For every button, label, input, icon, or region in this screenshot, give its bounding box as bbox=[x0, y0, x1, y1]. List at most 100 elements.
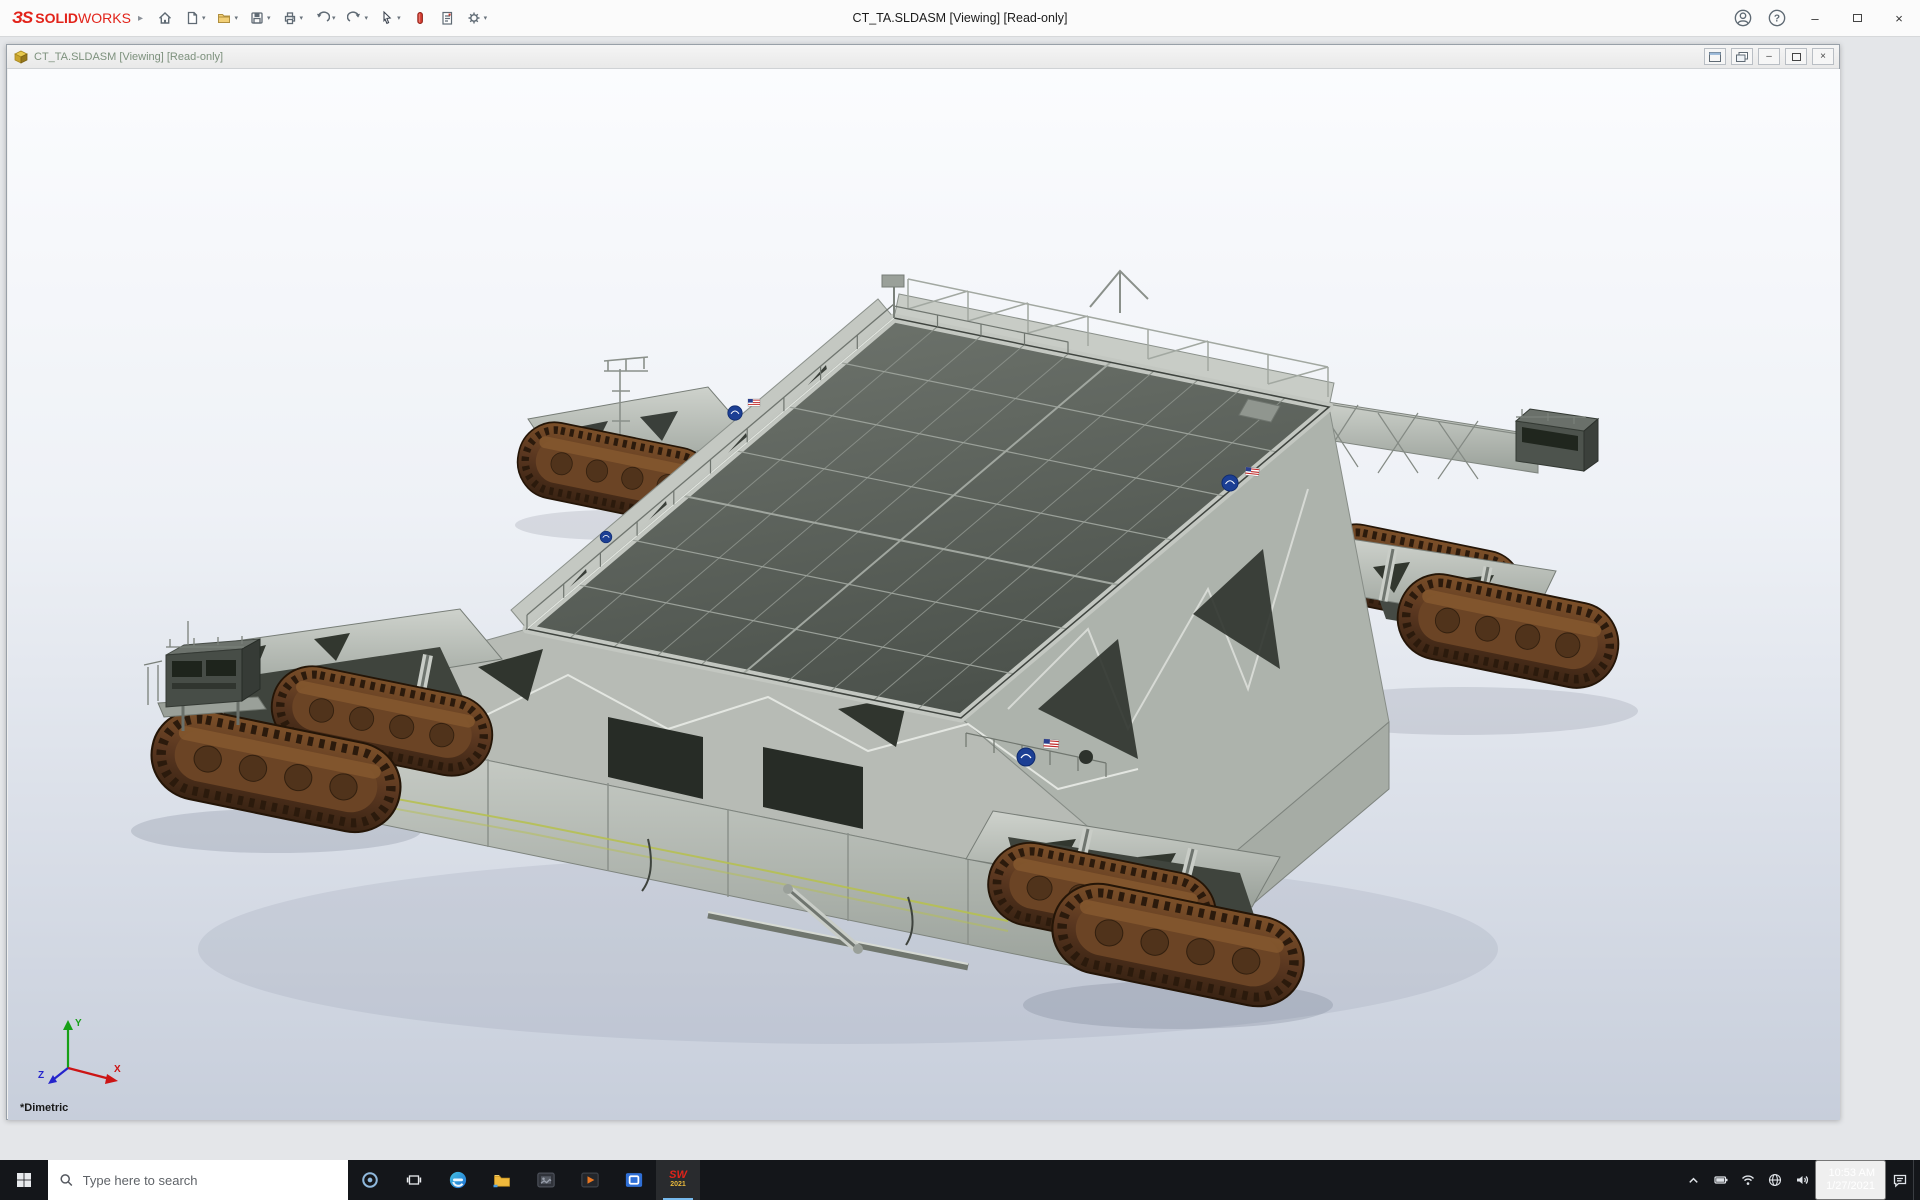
task-view-button[interactable] bbox=[392, 1160, 436, 1200]
chevron-up-icon bbox=[1686, 1173, 1701, 1188]
minimize-button[interactable]: – bbox=[1794, 0, 1836, 36]
doc-close-button[interactable]: × bbox=[1812, 48, 1834, 65]
solidworks-logo: ЗSSOLIDWORKS bbox=[12, 8, 131, 28]
open-folder-icon bbox=[216, 10, 232, 26]
battery-button[interactable] bbox=[1707, 1160, 1734, 1200]
view-orientation-label: *Dimetric bbox=[20, 1102, 68, 1114]
doc-window-option-button-1[interactable] bbox=[1704, 48, 1726, 65]
open-button[interactable]: ▾ bbox=[212, 7, 242, 29]
file-properties-button[interactable] bbox=[435, 7, 459, 29]
blue-app-icon bbox=[624, 1170, 644, 1190]
home-button[interactable] bbox=[153, 7, 177, 29]
clock-time: 10:53 AM bbox=[1829, 1167, 1875, 1181]
dropdown-caret-icon: ▾ bbox=[365, 14, 369, 22]
redo-icon bbox=[347, 10, 363, 26]
home-icon bbox=[157, 10, 173, 26]
tray-expand-button[interactable] bbox=[1680, 1160, 1707, 1200]
crawler-transporter-group bbox=[131, 271, 1638, 1044]
pinned-app-blue-button[interactable] bbox=[612, 1160, 656, 1200]
photo-viewer-app-icon bbox=[536, 1170, 556, 1190]
save-button[interactable]: ▾ bbox=[245, 7, 275, 29]
battery-icon bbox=[1713, 1172, 1729, 1188]
dropdown-caret-icon: ▾ bbox=[234, 14, 238, 22]
assembly-document-icon bbox=[14, 50, 28, 64]
dropdown-caret-icon: ▾ bbox=[267, 14, 271, 22]
reference-triad: Y X Z bbox=[30, 1006, 126, 1092]
file-explorer-app-button[interactable] bbox=[480, 1160, 524, 1200]
select-button[interactable]: ▾ bbox=[375, 7, 405, 29]
cascade-windows-icon bbox=[1735, 51, 1749, 63]
globe-network-button[interactable] bbox=[1761, 1160, 1788, 1200]
maximize-button[interactable] bbox=[1836, 0, 1878, 36]
options-gear-icon bbox=[466, 10, 482, 26]
doc-window-option-button-2[interactable] bbox=[1731, 48, 1753, 65]
help-button[interactable]: ? bbox=[1760, 0, 1794, 36]
help-icon: ? bbox=[1768, 9, 1786, 27]
cortana-button[interactable] bbox=[348, 1160, 392, 1200]
doc-restore-button[interactable] bbox=[1785, 48, 1807, 65]
pinned-app-dark-button[interactable] bbox=[524, 1160, 568, 1200]
solidworks-logo-solid: SOLID bbox=[35, 10, 78, 26]
solidworks-logo-works: WORKS bbox=[78, 10, 131, 26]
search-input[interactable] bbox=[83, 1173, 337, 1188]
action-center-button[interactable] bbox=[1886, 1160, 1913, 1200]
globe-icon bbox=[1767, 1172, 1783, 1188]
quick-access-toolbar: ▾ ▾ ▾ ▾ ▾ ▾ ▾ bbox=[153, 7, 491, 29]
solidworks-app-icon: SW 2021 bbox=[669, 1170, 687, 1190]
account-button[interactable] bbox=[1726, 0, 1760, 36]
search-icon bbox=[59, 1172, 74, 1188]
dropdown-caret-icon: ▾ bbox=[300, 14, 304, 22]
start-button[interactable] bbox=[0, 1160, 48, 1200]
options-button[interactable]: ▾ bbox=[462, 7, 492, 29]
document-title: CT_TA.SLDASM [Viewing] [Read-only] bbox=[34, 51, 223, 63]
edge-app-button[interactable] bbox=[436, 1160, 480, 1200]
volume-button[interactable] bbox=[1788, 1160, 1815, 1200]
solidworks-application: ЗSSOLIDWORKS ▸ ▾ ▾ ▾ ▾ bbox=[0, 0, 1920, 1200]
close-button[interactable]: × bbox=[1878, 0, 1920, 36]
crawler-transporter-model bbox=[8, 69, 1840, 1120]
account-person-icon bbox=[1734, 9, 1752, 27]
wifi-icon bbox=[1740, 1172, 1756, 1188]
app-titlebar: ЗSSOLIDWORKS ▸ ▾ ▾ ▾ ▾ bbox=[0, 0, 1920, 37]
dropdown-caret-icon: ▾ bbox=[397, 14, 401, 22]
dropdown-caret-icon: ▾ bbox=[332, 14, 336, 22]
document-window-controls: – × bbox=[1704, 48, 1834, 65]
edge-browser-icon bbox=[448, 1170, 468, 1190]
network-button[interactable] bbox=[1734, 1160, 1761, 1200]
svg-text:Y: Y bbox=[75, 1018, 82, 1029]
restore-box-icon bbox=[1792, 53, 1801, 61]
document-window: CT_TA.SLDASM [Viewing] [Read-only] – × bbox=[6, 44, 1840, 1120]
rebuild-button[interactable] bbox=[408, 7, 432, 29]
solidworks-logo-mark: ЗS bbox=[12, 8, 32, 28]
redo-button[interactable]: ▾ bbox=[343, 7, 373, 29]
new-document-button[interactable]: ▾ bbox=[180, 7, 210, 29]
new-document-icon bbox=[184, 10, 200, 26]
titlebar-right-controls: ? – × bbox=[1726, 0, 1920, 36]
windows-taskbar: SW 2021 10:53 AM 1/27/2021 bbox=[0, 1160, 1920, 1200]
action-center-icon bbox=[1892, 1172, 1908, 1188]
taskbar-clock[interactable]: 10:53 AM 1/27/2021 bbox=[1815, 1160, 1886, 1200]
mdi-workspace: CT_TA.SLDASM [Viewing] [Read-only] – × bbox=[0, 37, 1920, 1160]
graphics-viewport[interactable]: Y X Z *Dimetric bbox=[8, 69, 1840, 1120]
cortana-icon bbox=[361, 1171, 379, 1189]
select-cursor-icon bbox=[379, 10, 395, 26]
file-explorer-icon bbox=[492, 1170, 512, 1190]
document-titlebar[interactable]: CT_TA.SLDASM [Viewing] [Read-only] – × bbox=[7, 45, 1839, 69]
undo-button[interactable]: ▾ bbox=[310, 7, 340, 29]
menu-flyout-arrow-icon[interactable]: ▸ bbox=[138, 13, 143, 24]
file-properties-icon bbox=[439, 10, 455, 26]
maximize-box-icon bbox=[1853, 14, 1862, 22]
window-pane-icon bbox=[1708, 51, 1722, 63]
solidworks-app-button[interactable]: SW 2021 bbox=[656, 1160, 700, 1200]
taskbar-search[interactable] bbox=[48, 1160, 348, 1200]
undo-icon bbox=[314, 10, 330, 26]
svg-text:?: ? bbox=[1774, 14, 1780, 25]
show-desktop-button[interactable] bbox=[1913, 1160, 1920, 1200]
svg-text:Z: Z bbox=[38, 1070, 44, 1081]
pinned-app-media-button[interactable] bbox=[568, 1160, 612, 1200]
doc-minimize-button[interactable]: – bbox=[1758, 48, 1780, 65]
rebuild-stoplight-icon bbox=[412, 10, 428, 26]
svg-text:X: X bbox=[114, 1064, 121, 1075]
print-button[interactable]: ▾ bbox=[278, 7, 308, 29]
dropdown-caret-icon: ▾ bbox=[202, 14, 206, 22]
